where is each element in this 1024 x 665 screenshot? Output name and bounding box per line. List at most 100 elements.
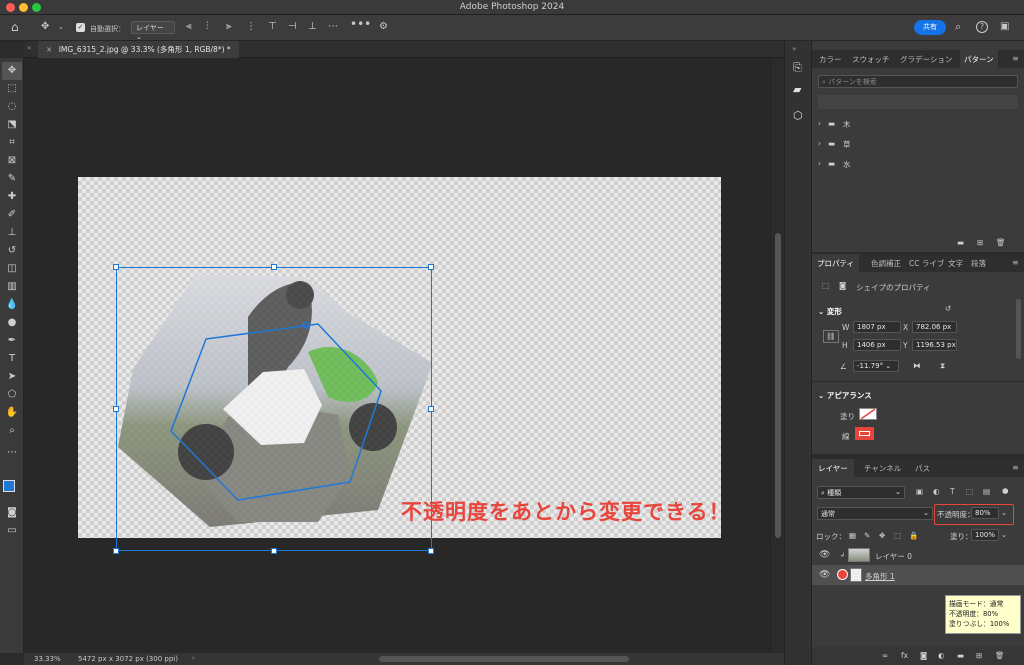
tab-patterns[interactable]: パターン bbox=[960, 50, 998, 68]
add-mask-icon[interactable]: ◙ bbox=[920, 651, 927, 660]
transform-handle[interactable] bbox=[271, 264, 277, 270]
horizontal-scroll-thumb[interactable] bbox=[379, 656, 629, 662]
angle-field[interactable]: -11.79° ⌄ bbox=[853, 360, 899, 372]
comments-icon[interactable]: ▰ bbox=[793, 83, 801, 96]
document-tab[interactable]: × IMG_6315_2.jpg @ 33.3% (多角形 1, RGB/8*)… bbox=[38, 41, 239, 58]
vertical-scrollbar[interactable] bbox=[770, 58, 784, 653]
chevron-right-icon[interactable]: › bbox=[818, 139, 821, 148]
close-tab-icon[interactable]: × bbox=[46, 45, 52, 54]
chevron-right-icon[interactable]: › bbox=[818, 119, 821, 128]
marquee-tool-icon[interactable]: ⬚ bbox=[2, 80, 22, 98]
tab-adjustments[interactable]: 色調補正 bbox=[871, 258, 901, 269]
properties-scroll-thumb[interactable] bbox=[1016, 299, 1021, 359]
tab-paragraph[interactable]: 段落 bbox=[971, 258, 986, 269]
home-icon[interactable]: ⌂ bbox=[11, 21, 19, 33]
share-button[interactable]: 共有 bbox=[914, 20, 946, 35]
chevron-right-icon[interactable]: › bbox=[192, 654, 195, 662]
transform-handle[interactable] bbox=[113, 548, 119, 554]
screen-mode-icon[interactable]: ▭ bbox=[2, 522, 22, 540]
shape-tool-icon[interactable]: ⬠ bbox=[2, 386, 22, 404]
frame-tool-icon[interactable]: ⊠ bbox=[2, 152, 22, 170]
history-brush-tool-icon[interactable]: ↺ bbox=[2, 242, 22, 260]
new-layer-icon[interactable]: ⊞ bbox=[976, 651, 982, 660]
filter-toggle-icon[interactable]: ● bbox=[1002, 486, 1009, 495]
lasso-tool-icon[interactable]: ◌ bbox=[2, 98, 22, 116]
eraser-tool-icon[interactable]: ◫ bbox=[2, 260, 22, 278]
transform-bounding-box[interactable] bbox=[116, 267, 432, 551]
filter-smart-object-icon[interactable]: ▤ bbox=[983, 487, 990, 496]
panel-menu-icon[interactable]: ≡ bbox=[1012, 54, 1019, 63]
transform-section-toggle[interactable]: ⌄ 変形 bbox=[818, 306, 842, 317]
opacity-field[interactable]: 80% bbox=[971, 507, 999, 519]
collapse-icon[interactable]: « bbox=[27, 44, 31, 52]
transform-handle[interactable] bbox=[428, 406, 434, 412]
link-layers-icon[interactable]: ∞ bbox=[882, 651, 888, 660]
transform-handle[interactable] bbox=[113, 264, 119, 270]
distribute-vertical-icon[interactable]: ⋯ bbox=[328, 21, 338, 33]
tool-preset-chevron-icon[interactable]: ⌄ bbox=[58, 21, 64, 33]
pen-tool-icon[interactable]: ✒ bbox=[2, 332, 22, 350]
auto-select-dropdown[interactable]: レイヤー ⌄ bbox=[131, 21, 175, 41]
healing-brush-tool-icon[interactable]: ✚ bbox=[2, 188, 22, 206]
y-field[interactable]: 1196.53 px bbox=[912, 339, 957, 351]
appearance-section-toggle[interactable]: ⌄ アピアランス bbox=[818, 390, 872, 401]
filter-type-icon[interactable]: T bbox=[950, 487, 955, 496]
tab-properties[interactable]: プロパティ bbox=[812, 254, 860, 272]
tab-paths[interactable]: パス bbox=[915, 463, 930, 474]
new-group-icon[interactable]: ▬ bbox=[957, 651, 964, 660]
dodge-tool-icon[interactable]: ● bbox=[2, 314, 22, 332]
transform-handle[interactable] bbox=[271, 548, 277, 554]
height-field[interactable]: 1406 px bbox=[853, 339, 901, 351]
blend-mode-dropdown[interactable]: 通常 ⌄ bbox=[817, 507, 933, 520]
history-icon[interactable]: ⎘ bbox=[793, 61, 802, 75]
pattern-search-input[interactable]: ⌕ パターンを検索 bbox=[818, 75, 1018, 88]
crop-tool-icon[interactable]: ⌗ bbox=[2, 134, 22, 152]
visibility-eye-icon[interactable]: 👁 bbox=[819, 570, 830, 580]
stroke-swatch[interactable] bbox=[855, 427, 874, 440]
tab-cc-libraries[interactable]: CC ライブ bbox=[909, 258, 944, 269]
panel-menu-icon[interactable]: ≡ bbox=[1012, 463, 1019, 472]
flip-horizontal-icon[interactable]: ⧓ bbox=[913, 361, 921, 370]
blur-tool-icon[interactable]: 💧 bbox=[2, 296, 22, 314]
tab-layers[interactable]: レイヤー bbox=[812, 459, 854, 477]
path-selection-tool-icon[interactable]: ➤ bbox=[2, 368, 22, 386]
more-tools-icon[interactable]: ⋯ bbox=[2, 444, 22, 462]
new-pattern-icon[interactable]: ⊞ bbox=[977, 238, 983, 247]
trash-icon[interactable]: 🗑 bbox=[995, 651, 1005, 660]
filter-pixel-icon[interactable]: ▣ bbox=[916, 487, 923, 496]
pattern-folder-row[interactable]: › ▬ 草 bbox=[812, 134, 1024, 154]
brush-tool-icon[interactable]: ✐ bbox=[2, 206, 22, 224]
layer-filter-dropdown[interactable]: ⌕ 種類 ⌄ bbox=[817, 486, 905, 499]
gradient-tool-icon[interactable]: ▥ bbox=[2, 278, 22, 296]
link-dimensions-icon[interactable]: ⛓ bbox=[823, 330, 839, 343]
more-options-icon[interactable]: ••• bbox=[350, 18, 371, 30]
lock-artboard-icon[interactable]: ⬚ bbox=[894, 531, 901, 540]
auto-select-checkbox[interactable]: ✓ bbox=[76, 23, 85, 32]
align-center-icon[interactable]: ⫶ bbox=[206, 21, 209, 33]
workspace-icon[interactable]: ▣ bbox=[1000, 21, 1009, 33]
align-left-icon[interactable]: ⫷ bbox=[186, 21, 192, 33]
width-field[interactable]: 1807 px bbox=[853, 321, 901, 333]
fill-field[interactable]: 100% bbox=[971, 529, 999, 541]
lock-pixels-icon[interactable]: ✎ bbox=[864, 531, 870, 540]
type-tool-icon[interactable]: T bbox=[2, 350, 22, 368]
vertical-scroll-thumb[interactable] bbox=[775, 233, 781, 538]
flip-vertical-icon[interactable]: ⧗ bbox=[940, 361, 945, 371]
trash-icon[interactable]: 🗑 bbox=[996, 238, 1006, 247]
fx-icon[interactable]: fx bbox=[901, 651, 908, 660]
fill-chevron-icon[interactable]: ⌄ bbox=[1001, 530, 1007, 539]
tab-swatches[interactable]: スウォッチ bbox=[852, 54, 890, 65]
transform-handle[interactable] bbox=[428, 548, 434, 554]
clone-stamp-tool-icon[interactable]: ⊥ bbox=[2, 224, 22, 242]
layer-row[interactable]: 👁 多角形 1 bbox=[812, 565, 1024, 585]
lock-transparent-icon[interactable]: ▦ bbox=[849, 531, 856, 540]
lock-position-icon[interactable]: ✥ bbox=[879, 531, 885, 540]
collapse-icon[interactable]: » bbox=[792, 45, 796, 53]
search-icon[interactable]: ⌕ bbox=[955, 21, 961, 33]
quick-mask-icon[interactable]: ◙ bbox=[2, 504, 22, 522]
tab-color[interactable]: カラー bbox=[819, 54, 842, 65]
tab-character[interactable]: 文字 bbox=[948, 258, 963, 269]
3d-icon[interactable]: ⬡ bbox=[793, 109, 803, 122]
tab-channels[interactable]: チャンネル bbox=[864, 463, 901, 474]
pattern-folder-row[interactable]: › ▬ 木 bbox=[812, 114, 1024, 134]
